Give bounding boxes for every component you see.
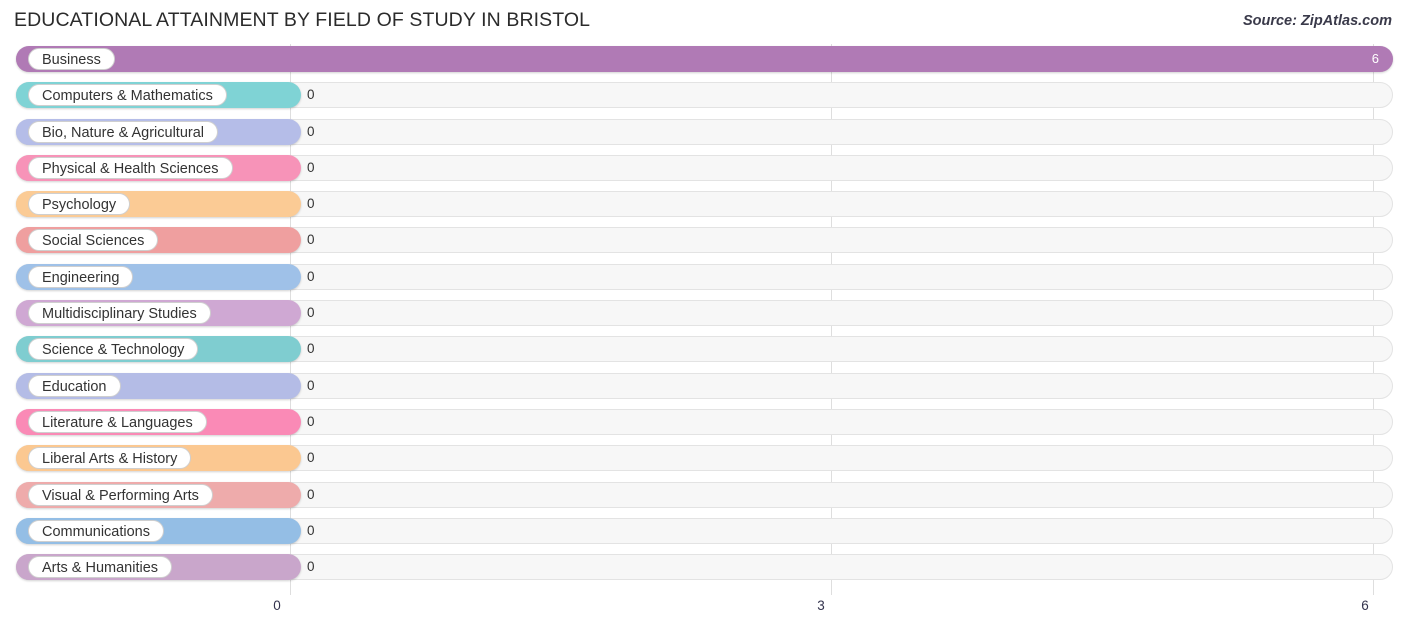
bar-value-label: 0 [307,87,315,103]
source-attribution: Source: ZipAtlas.com [1242,13,1392,29]
bar-value-label: 0 [307,522,315,538]
bar-fill[interactable]: 6 [16,46,1393,72]
chart-plot-area: 6 Business 0 Computers & Mathematics 0 Bio, N… [0,44,1406,596]
bar-value-label: 0 [307,413,315,429]
bar-value-label: 0 [307,268,315,284]
category-label: Visual & Performing Arts [28,483,213,506]
bar-row[interactable]: 0 Visual & Performing Arts [0,480,1406,510]
bar-value-label: 6 [1371,51,1379,66]
category-label: Education [28,374,121,397]
bar-row[interactable]: 0 Multidisciplinary Studies [0,298,1406,328]
bar-row[interactable]: 0 Communications [0,516,1406,546]
bar-row[interactable]: 0 Engineering [0,262,1406,292]
bar-value-label: 0 [307,559,315,575]
category-label: Social Sciences [28,229,159,252]
bar-row[interactable]: 0 Physical & Health Sciences [0,153,1406,183]
category-label: Literature & Languages [28,410,207,433]
x-tick-label: 3 [817,598,825,613]
category-label: Bio, Nature & Agricultural [28,120,218,143]
category-label: Physical & Health Sciences [28,156,233,179]
bar-value-label: 0 [307,123,315,139]
bar-row[interactable]: 0 Science & Technology [0,334,1406,364]
bar-row[interactable]: 0 Liberal Arts & History [0,443,1406,473]
bar-value-label: 0 [307,486,315,502]
bar-row[interactable]: 6 Business [0,44,1406,74]
page-title: EDUCATIONAL ATTAINMENT BY FIELD OF STUDY… [14,9,591,31]
chart-header: EDUCATIONAL ATTAINMENT BY FIELD OF STUDY… [0,0,1406,40]
category-label: Liberal Arts & History [28,447,192,470]
bar-value-label: 0 [307,159,315,175]
bar-row[interactable]: 0 Literature & Languages [0,407,1406,437]
bar-row[interactable]: 0 Education [0,371,1406,401]
category-label: Engineering [28,265,134,288]
bar-value-label: 0 [307,450,315,466]
bar-row[interactable]: 0 Social Sciences [0,225,1406,255]
bar-row[interactable]: 0 Psychology [0,189,1406,219]
x-tick-label: 0 [273,598,281,613]
bar-row[interactable]: 0 Arts & Humanities [0,552,1406,582]
category-label: Business [28,48,115,70]
bar-row[interactable]: 0 Bio, Nature & Agricultural [0,117,1406,147]
bar-value-label: 0 [307,305,315,321]
bar-value-label: 0 [307,377,315,393]
category-label: Computers & Mathematics [28,84,227,107]
bar-value-label: 0 [307,341,315,357]
category-label: Communications [28,519,164,542]
category-label: Multidisciplinary Studies [28,302,211,325]
category-label: Science & Technology [28,338,199,361]
bar-rows: 6 Business 0 Computers & Mathematics 0 Bio, N… [0,44,1406,588]
category-label: Arts & Humanities [28,556,173,579]
x-tick-label: 6 [1361,598,1369,613]
category-label: Psychology [28,193,131,216]
bar-value-label: 0 [307,232,315,248]
x-axis: 0 3 6 [0,596,1406,632]
bar-value-label: 0 [307,196,315,212]
bar-row[interactable]: 0 Computers & Mathematics [0,80,1406,110]
